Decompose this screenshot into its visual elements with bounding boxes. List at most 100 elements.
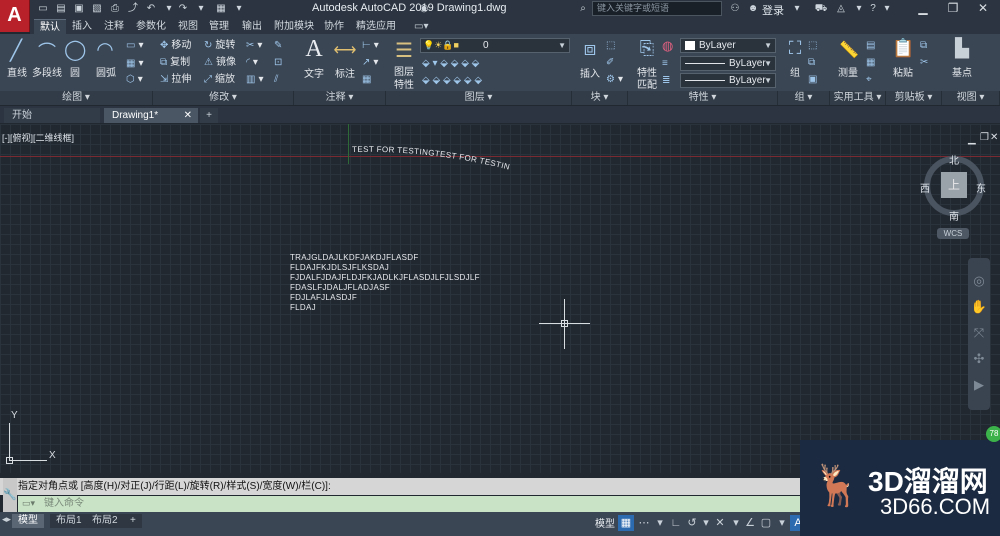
layer-properties-icon[interactable]: ☰ — [392, 38, 416, 63]
text-button[interactable]: 文字 — [302, 65, 326, 80]
trim-tool[interactable]: ✂ ▾ — [246, 38, 262, 54]
modify-panel-label[interactable]: 修改 ▾ — [153, 91, 294, 105]
block-attr-icon[interactable]: ⚙ ▾ — [606, 72, 623, 88]
linetype-dropdown[interactable]: ByLayer ▼ — [680, 56, 776, 71]
redo-icon[interactable]: ↷ — [176, 2, 190, 15]
compass-north[interactable]: 北 — [949, 152, 959, 167]
steering-wheel-icon[interactable]: ◎ — [968, 270, 990, 292]
properties-panel-label[interactable]: 特性 ▾ — [628, 91, 778, 105]
layout-nav-icon[interactable]: ◂▸ — [2, 514, 11, 525]
clipboard-panel-label[interactable]: 剪贴板 ▾ — [886, 91, 942, 105]
tab-annotate[interactable]: 注释 — [98, 19, 130, 34]
tab-output[interactable]: 输出 — [236, 19, 268, 34]
edit-block-icon[interactable]: ✐ — [606, 55, 617, 71]
grid-icon[interactable]: ▦ — [618, 515, 634, 531]
arc-icon[interactable]: ◠ — [94, 37, 116, 62]
text-icon[interactable]: A — [302, 36, 326, 63]
layout-tab-1[interactable]: 布局1 — [50, 514, 88, 528]
save-icon[interactable]: ▣ — [72, 2, 86, 15]
viewcube-top-face[interactable]: 上 — [941, 172, 967, 198]
calculator-icon[interactable]: ▦ — [866, 55, 878, 71]
layer-dropdown[interactable]: 💡☀🔒■ 0 ▼ — [420, 38, 570, 53]
lineweight-dropdown[interactable]: ByLayer ▼ — [680, 73, 776, 88]
model-space-button[interactable]: 模型 — [595, 515, 615, 530]
erase-icon[interactable]: ✎ — [274, 38, 285, 54]
copy-tool[interactable]: ⧉ 复制 — [160, 55, 190, 71]
compass-west[interactable]: 西 — [920, 180, 930, 195]
arc-button[interactable]: 圆弧 — [92, 64, 120, 79]
minimize-button[interactable]: ▁ — [910, 0, 936, 17]
layer-tools-row1[interactable]: ⬙ ▾ ⬙ ⬙ ⬙ ⬙ — [422, 56, 479, 72]
layers-panel-label[interactable]: 图层 ▾ — [386, 91, 572, 105]
polyline-icon[interactable]: ⌒ — [34, 38, 60, 64]
layout-tab-model[interactable]: 模型 — [12, 514, 44, 528]
compass-east[interactable]: 东 — [976, 180, 986, 195]
compass-south[interactable]: 南 — [949, 208, 959, 223]
viewport-close-icon[interactable]: ✕ — [990, 132, 998, 143]
orbit-icon[interactable]: ✣ — [968, 348, 990, 370]
tab-collaborate[interactable]: 协作 — [318, 19, 350, 34]
viewport-restore-icon[interactable]: ❐ — [980, 132, 989, 143]
measure-icon[interactable]: 📏 — [836, 40, 862, 60]
viewport-controls[interactable]: [-][俯视][二维线框] — [2, 131, 74, 144]
restore-button[interactable]: ❐ — [940, 0, 966, 17]
workspace-switch-icon[interactable]: ◉ — [414, 2, 434, 15]
file-tab-drawing1[interactable]: Drawing1* ✕ — [104, 108, 198, 123]
workspace-icon[interactable]: ▦ — [214, 2, 228, 15]
group-edit-icon[interactable]: ⧉ — [808, 55, 818, 71]
group-icon[interactable]: ⛶ — [784, 38, 806, 59]
tab-featured-apps[interactable]: 精选应用 — [350, 19, 402, 34]
polyline-button[interactable]: 多段线 — [30, 64, 64, 79]
line-button[interactable]: 直线 — [4, 64, 30, 79]
tab-addins[interactable]: 附加模块 — [268, 19, 320, 34]
color-wheel-icon[interactable]: ◍ — [662, 38, 673, 54]
osnap-tracking-icon[interactable]: ∠ — [742, 515, 758, 531]
create-block-icon[interactable]: ⬚ — [606, 38, 618, 54]
measure-button[interactable]: 测量 — [834, 64, 862, 79]
hatch-tool[interactable]: ▦ ▾ — [126, 56, 143, 72]
layout-tab-2[interactable]: 布局2 — [86, 514, 124, 528]
color-dropdown[interactable]: ByLayer ▼ — [680, 38, 776, 53]
copy-clip-icon[interactable]: ⧉ — [920, 38, 930, 54]
command-prompt-icon[interactable]: ▭▾ — [22, 498, 40, 510]
layer-tools-row2[interactable]: ⬙ ⬙ ⬙ ⬙ ⬙ ⬙ — [422, 73, 482, 89]
ribbon-minimize-icon[interactable]: ▭▾ — [408, 19, 434, 34]
undo-dropdown-icon[interactable]: ▾ — [162, 2, 176, 15]
open-icon[interactable]: ▤ — [54, 2, 68, 15]
stretch-tool[interactable]: ⇲ 拉伸 — [160, 72, 191, 88]
quick-select-icon[interactable]: ▤ — [866, 38, 878, 54]
command-settings-icon[interactable]: 🔧 — [3, 478, 17, 512]
paste-button[interactable]: 粘贴 — [890, 64, 916, 79]
viewport-min-icon[interactable]: ▁ — [968, 134, 976, 145]
add-layout-button[interactable]: + — [124, 514, 142, 528]
circle-button[interactable]: 圆 — [64, 64, 86, 79]
id-point-icon[interactable]: ⌖ — [866, 72, 875, 88]
print-icon[interactable]: ⎙ — [108, 2, 122, 15]
polygon-tool[interactable]: ⬡ ▾ — [126, 72, 143, 88]
search-binoculars-icon[interactable]: ⌕ — [576, 2, 590, 15]
autodesk-binoculars-icon[interactable]: ⚇ — [728, 2, 742, 15]
a360-icon[interactable]: ◬ — [834, 2, 848, 15]
snap-dropdown-icon[interactable]: ▾ — [652, 515, 668, 531]
save-as-icon[interactable]: ▧ — [90, 2, 104, 15]
base-view-button[interactable]: 基点 — [948, 64, 976, 79]
redo-dropdown-icon[interactable]: ▾ — [194, 2, 208, 15]
scale-tool[interactable]: ⤢ 缩放 — [204, 72, 235, 88]
ortho-icon[interactable]: ∟ — [668, 515, 684, 531]
explode-icon[interactable]: ⊡ — [274, 55, 285, 71]
utilities-panel-label[interactable]: 实用工具 ▾ — [830, 91, 886, 105]
fillet-tool[interactable]: ◜ ▾ — [246, 55, 258, 71]
tab-manage[interactable]: 管理 — [203, 19, 235, 34]
tab-view[interactable]: 视图 — [172, 19, 204, 34]
autocad-logo[interactable]: A — [0, 0, 30, 32]
linear-dim-tool[interactable]: ⊢ ▾ — [362, 38, 379, 54]
zoom-extents-icon[interactable]: ⤧ — [968, 322, 990, 344]
group-select-icon[interactable]: ▣ — [808, 72, 820, 88]
view-panel-label[interactable]: 视图 ▾ — [942, 91, 1000, 105]
group-button[interactable]: 组 — [784, 64, 806, 79]
login-dropdown-icon[interactable]: ▾ — [790, 2, 804, 15]
snap-icon[interactable]: ⋯ — [636, 515, 652, 531]
user-icon[interactable]: ☻ — [746, 2, 760, 15]
mirror-tool[interactable]: ⚠ 镜像 — [204, 55, 236, 71]
undo-icon[interactable]: ↶ — [144, 2, 158, 15]
